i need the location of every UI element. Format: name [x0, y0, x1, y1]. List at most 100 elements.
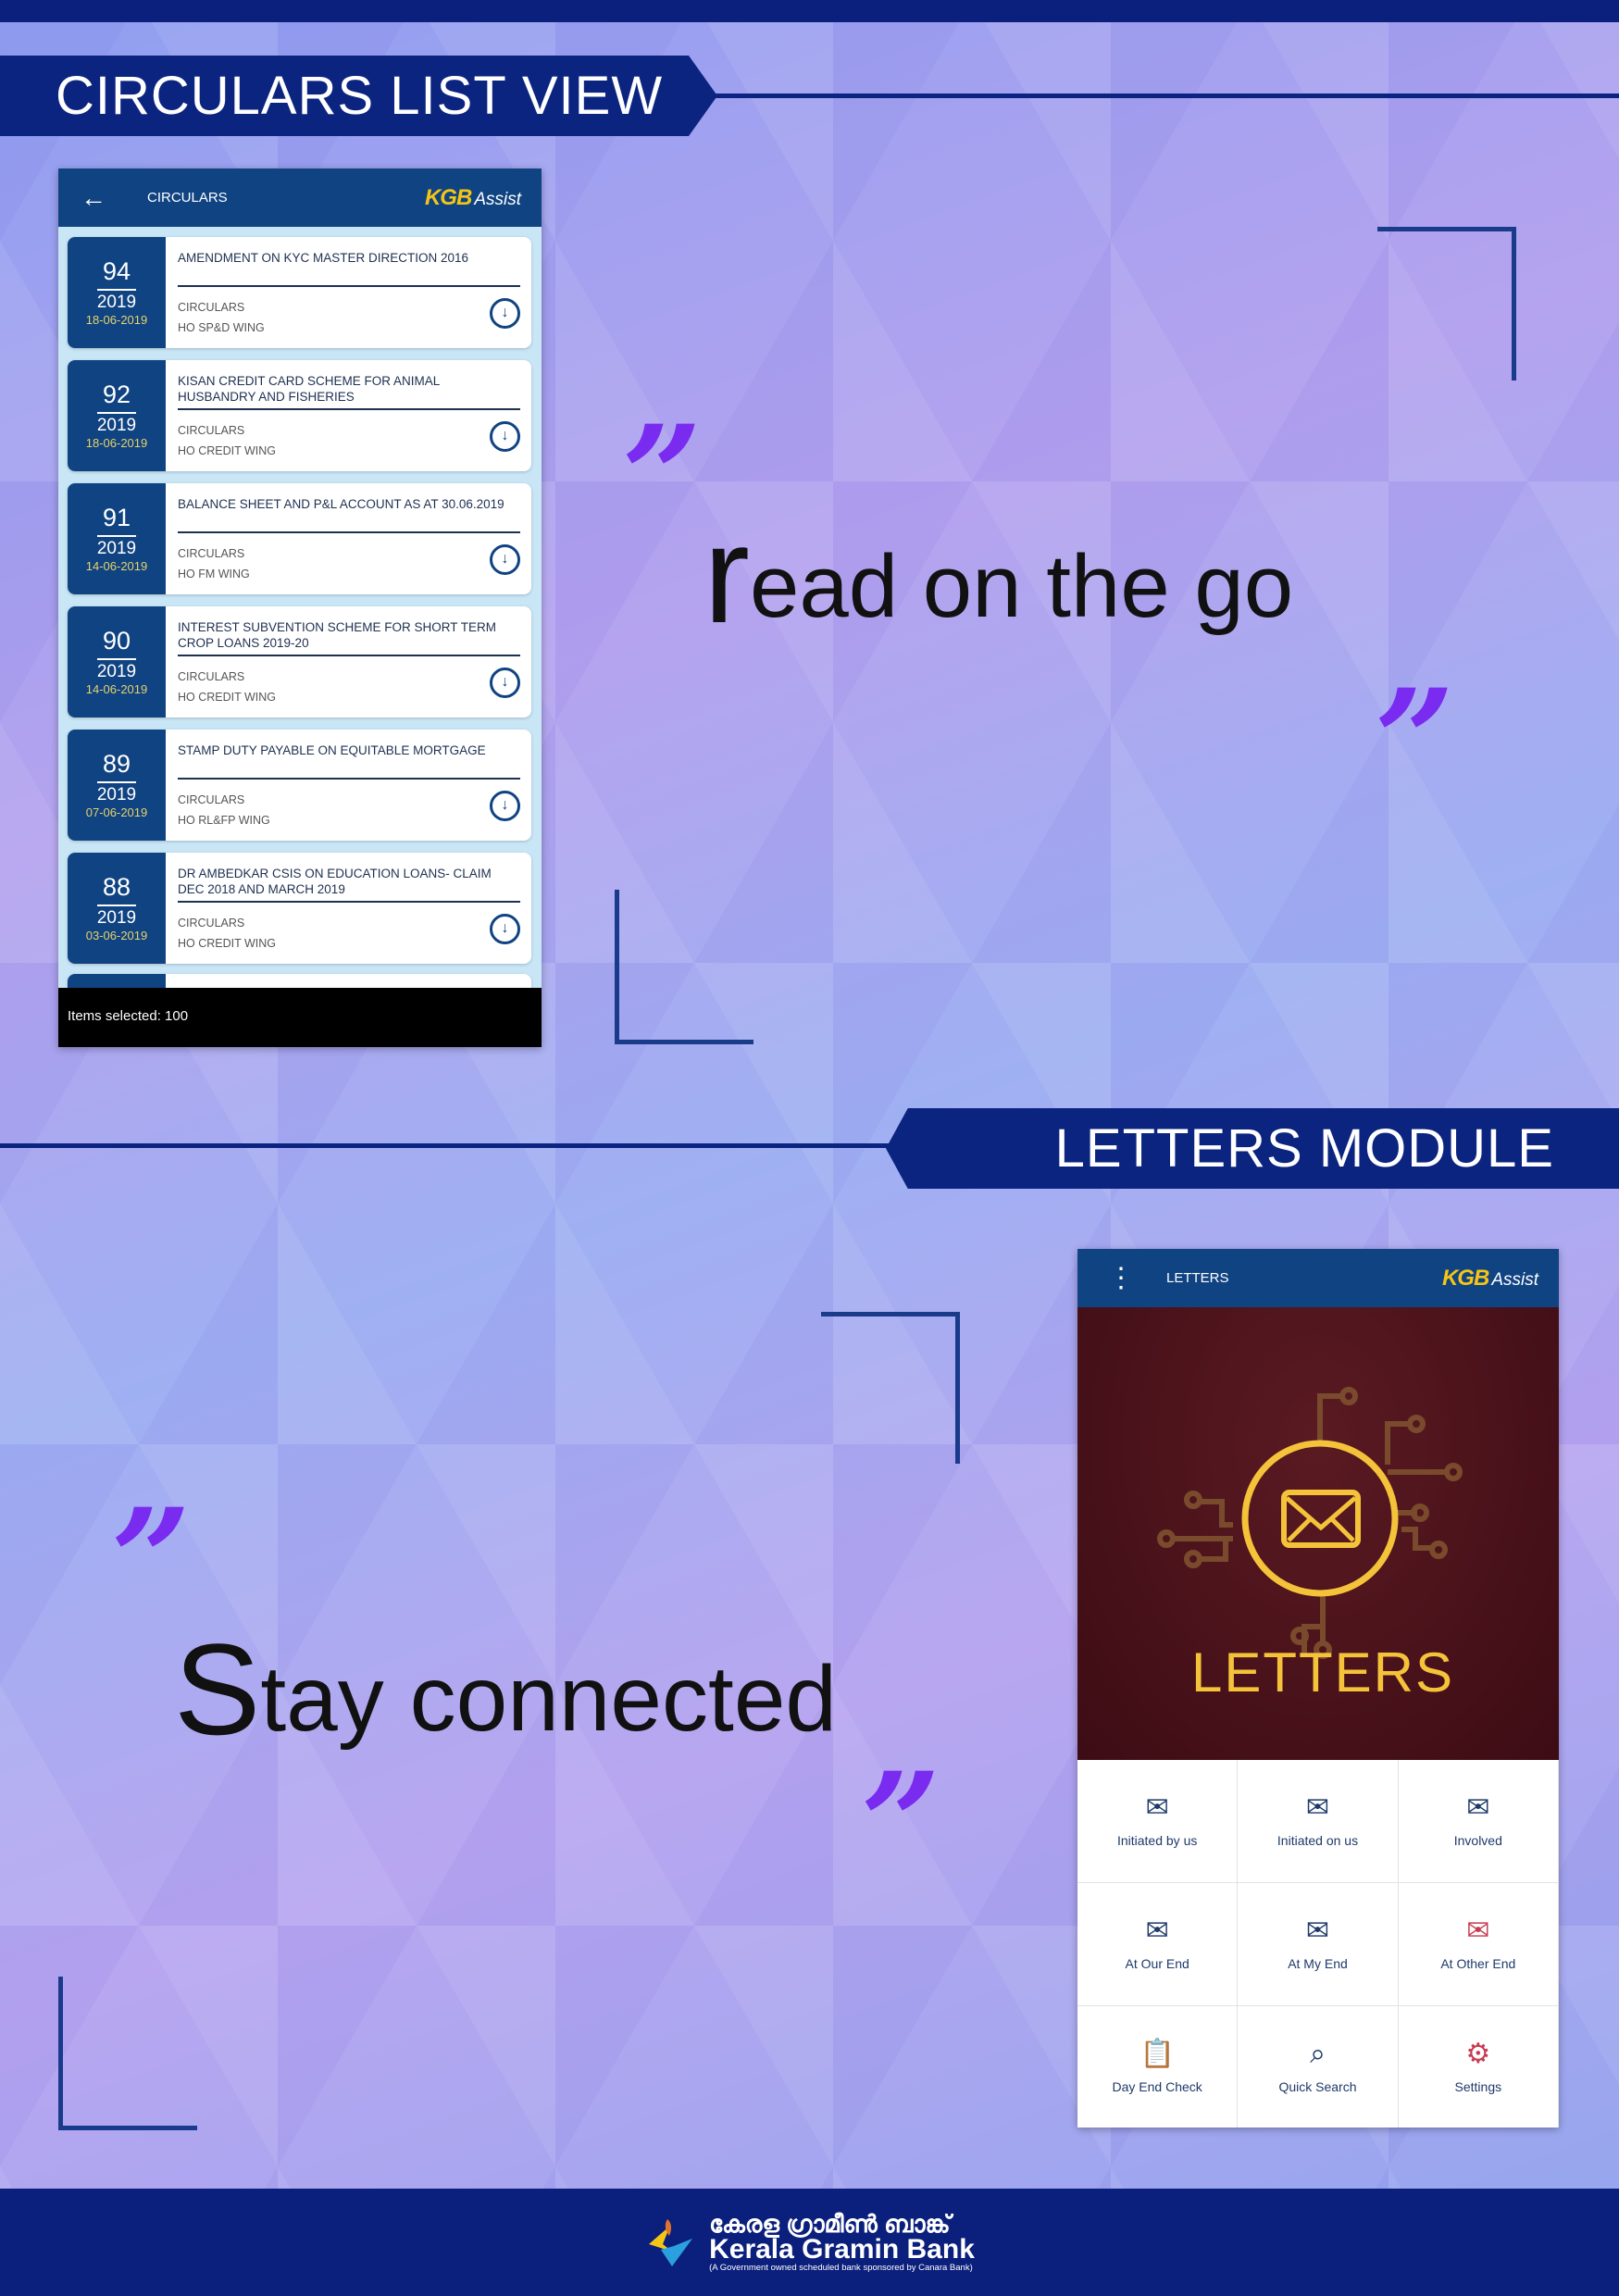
circular-number-block: 88 2019 03-06-2019 — [68, 853, 166, 964]
letters-menu-grid: ✉ Initiated by us ✉ Initiated on us ✉ Involve… — [1077, 1760, 1559, 2128]
circular-number-block: 89 2019 07-06-2019 — [68, 730, 166, 841]
circular-title: KISAN CREDIT CARD SCHEME FOR ANIMAL HUSB… — [178, 374, 440, 404]
circular-category: CIRCULARS — [178, 917, 245, 930]
bank-name-malayalam: കേരള ഗ്രാമീൺ ബാങ്ക് — [709, 2210, 951, 2239]
decorative-bracket — [1377, 227, 1516, 381]
circulars-section-banner: CIRCULARS LIST VIEW — [0, 56, 717, 136]
circular-card[interactable]: 88 2019 03-06-2019 DR AMBEDKAR CSIS ON EDU… — [68, 853, 531, 964]
menu-item-label: Involved — [1453, 1833, 1502, 1848]
circular-year: 2019 — [96, 662, 137, 681]
divider — [178, 901, 520, 903]
circular-category: CIRCULARS — [178, 301, 245, 314]
menu-item-label: Day End Check — [1112, 2079, 1202, 2094]
circular-year: 2019 — [96, 416, 137, 435]
circular-category: CIRCULARS — [178, 670, 245, 683]
app-header: ⋮ LETTERS KGB Assist — [1077, 1249, 1559, 1307]
circular-card[interactable]: 92 2019 18-06-2019 KISAN CREDIT CARD SCHEM… — [68, 360, 531, 471]
circular-card[interactable]: 94 2019 18-06-2019 AMENDMENT ON KYC MASTER… — [68, 237, 531, 348]
circular-number: 94 — [96, 257, 137, 291]
circular-title: AMENDMENT ON KYC MASTER DIRECTION 2016 — [178, 251, 469, 265]
hero-title: LETTERS — [1190, 1641, 1455, 1703]
section-title: LETTERS MODULE — [1054, 1118, 1554, 1179]
decorative-bracket — [58, 1977, 197, 2130]
circular-category: CIRCULARS — [178, 547, 245, 560]
download-icon[interactable]: ↓ — [490, 421, 520, 452]
circular-card[interactable]: 90 2019 14-06-2019 INTEREST SUBVENTION SCH… — [68, 606, 531, 718]
tagline-read-on-the-go: read on the go — [704, 496, 1294, 652]
quote-mark: ” — [622, 395, 703, 558]
circular-number: 91 — [96, 504, 137, 537]
menu-item-label: Initiated by us — [1116, 1833, 1198, 1848]
circular-wing: HO FM WING — [178, 568, 250, 580]
divider — [178, 778, 520, 780]
divider — [178, 655, 520, 656]
envelope-download-icon: ✉ — [1305, 1792, 1330, 1823]
letters-phone-screen: ⋮ LETTERS KGB Assist LETTERS ✉ Initiated b… — [1077, 1249, 1559, 2128]
menu-item-label: Initiated on us — [1277, 1833, 1359, 1848]
circular-category: CIRCULARS — [178, 424, 245, 437]
menu-item-label: Quick Search — [1278, 2079, 1357, 2094]
kerala-gramin-bank-logo-icon — [649, 2219, 693, 2266]
circular-wing: HO CREDIT WING — [178, 444, 277, 457]
download-icon[interactable]: ↓ — [490, 544, 520, 575]
download-icon[interactable]: ↓ — [490, 914, 520, 944]
menu-item-involved[interactable]: ✉ Involved — [1398, 1760, 1559, 1883]
circular-card[interactable]: 89 2019 07-06-2019 STAMP DUTY PAYABLE ON E… — [68, 730, 531, 841]
selection-footer: Items selected: 100 — [58, 988, 542, 1047]
circular-wing: HO SP&D WING — [178, 321, 265, 334]
top-bar — [0, 0, 1619, 22]
circular-title: STAMP DUTY PAYABLE ON EQUITABLE MORTGAGE — [178, 743, 486, 757]
envelope-document-icon: ✉ — [1305, 1915, 1330, 1946]
circular-number: 90 — [96, 627, 137, 660]
circulars-phone-screen: ← CIRCULARS KGB Assist 94 2019 18-06-2019 A… — [58, 168, 542, 1047]
quote-mark: ” — [861, 1742, 941, 1905]
circular-number-block: 92 2019 18-06-2019 — [68, 360, 166, 471]
circular-title: INTEREST SUBVENTION SCHEME FOR SHORT TER… — [178, 620, 497, 650]
app-header: ← CIRCULARS KGB Assist — [58, 168, 542, 227]
download-icon[interactable]: ↓ — [490, 298, 520, 329]
quote-mark: ” — [1375, 659, 1455, 822]
divider — [178, 408, 520, 410]
circular-date: 07-06-2019 — [85, 805, 148, 819]
menu-item-label: At Other End — [1440, 1956, 1516, 1971]
menu-item-label: At My End — [1288, 1956, 1348, 1971]
bank-tagline: (A Government owned scheduled bank spons… — [709, 2263, 973, 2274]
circular-date: 03-06-2019 — [85, 929, 148, 942]
circular-number-block: 90 2019 14-06-2019 — [68, 606, 166, 718]
header-title: LETTERS — [1166, 1270, 1229, 1286]
envelope-user-icon: ✉ — [1466, 1792, 1490, 1823]
circular-card[interactable]: 91 2019 14-06-2019 BALANCE SHEET AND P&L A… — [68, 483, 531, 594]
circular-date: 18-06-2019 — [85, 436, 148, 450]
menu-item-at-other-end[interactable]: ✉ At Other End — [1398, 1883, 1559, 2006]
circular-number-block: 91 2019 14-06-2019 — [68, 483, 166, 594]
kgb-assist-logo: KGB Assist — [1441, 1265, 1538, 1291]
menu-item-initiated-on-us[interactable]: ✉ Initiated on us — [1238, 1760, 1399, 1883]
decorative-bracket — [615, 890, 753, 1044]
circular-number: 92 — [96, 381, 137, 414]
letters-hero: LETTERS — [1077, 1307, 1559, 1760]
menu-item-settings[interactable]: ⚙ Settings — [1399, 2006, 1559, 2128]
menu-item-initiated-by-us[interactable]: ✉ Initiated by us — [1077, 1760, 1239, 1883]
circular-title: BALANCE SHEET AND P&L ACCOUNT AS AT 30.0… — [178, 497, 504, 511]
menu-item-day-end-check[interactable]: 📋 Day End Check — [1077, 2006, 1239, 2128]
menu-item-at-our-end[interactable]: ✉ At Our End — [1077, 1883, 1239, 2006]
menu-item-at-my-end[interactable]: ✉ At My End — [1238, 1883, 1399, 2006]
circular-title: DR AMBEDKAR CSIS ON EDUCATION LOANS- CLA… — [178, 867, 492, 896]
envelope-upload-icon: ✉ — [1145, 1792, 1169, 1823]
circular-year: 2019 — [96, 539, 137, 558]
letters-section-banner: LETTERS MODULE — [886, 1108, 1619, 1189]
clipboard-checklist-icon: 📋 — [1140, 2039, 1175, 2069]
tagline-stay-connected: Stay connected — [174, 1616, 838, 1762]
menu-item-quick-search[interactable]: ⌕ Quick Search — [1238, 2006, 1399, 2128]
search-icon: ⌕ — [1310, 2039, 1326, 2069]
more-menu-icon[interactable]: ⋮ — [1107, 1264, 1135, 1292]
download-icon[interactable]: ↓ — [490, 668, 520, 698]
back-arrow-icon[interactable]: ← — [81, 183, 106, 213]
menu-item-label: At Our End — [1125, 1956, 1189, 1971]
gear-icon: ⚙ — [1465, 2039, 1491, 2069]
divider — [178, 285, 520, 287]
bank-footer: കേരള ഗ്രാമീൺ ബാങ്ക് Kerala Gramin Bank (… — [0, 2189, 1619, 2296]
circular-year: 2019 — [96, 908, 137, 928]
envelope-hand-icon: ✉ — [1145, 1915, 1169, 1946]
download-icon[interactable]: ↓ — [490, 791, 520, 821]
